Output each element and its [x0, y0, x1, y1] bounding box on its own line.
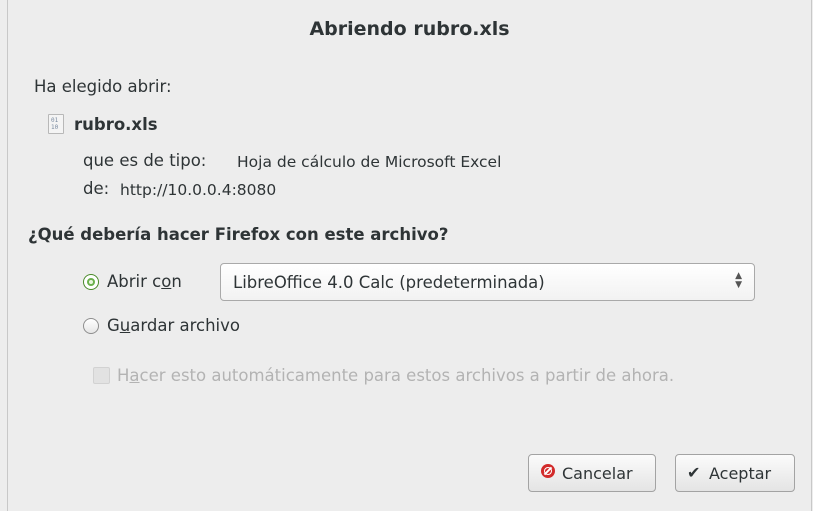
auto-action-label-mnemonic: a [129, 366, 140, 385]
cancel-button-label: Cancelar [562, 464, 633, 483]
application-select-value: LibreOffice 4.0 Calc (predeterminada) [233, 273, 545, 292]
open-file-dialog: Abriendo rubro.xls Ha elegido abrir: 01 … [7, 0, 812, 511]
intro-label: Ha elegido abrir: [34, 77, 172, 96]
file-source-value: http://10.0.0.4:8080 [120, 181, 277, 199]
auto-action-label-text-a: H [117, 366, 130, 385]
save-file-label-mnemonic: u [119, 316, 131, 335]
open-with-label-text-b: n [171, 272, 182, 291]
open-with-label-mnemonic: o [161, 272, 172, 291]
auto-action-checkbox[interactable] [93, 367, 110, 384]
question-heading: ¿Qué debería hacer Firefox con este arch… [28, 225, 449, 244]
open-with-label[interactable]: Abrir con [107, 272, 182, 291]
save-file-label[interactable]: Guardar archivo [107, 316, 240, 335]
auto-action-label-text-b: cer esto automáticamente para estos arch… [139, 366, 675, 385]
file-type-value: Hoja de cálculo de Microsoft Excel [237, 153, 502, 171]
save-file-label-text-b: ardar archivo [130, 316, 240, 335]
application-select[interactable]: LibreOffice 4.0 Calc (predeterminada) ▲ ▼ [220, 263, 755, 301]
ok-button-label: Aceptar [709, 464, 772, 483]
title-bar[interactable]: Abriendo rubro.xls [8, 0, 811, 62]
cancel-icon [541, 464, 555, 478]
auto-action-label: Hacer esto automáticamente para estos ar… [117, 366, 674, 385]
file-type-label: que es de tipo: [83, 151, 207, 170]
updown-arrows-icon: ▲ ▼ [735, 271, 742, 290]
ok-button[interactable]: ✔ Aceptar [675, 454, 795, 492]
file-name: rubro.xls [74, 115, 158, 134]
spreadsheet-file-icon: 01 10 [48, 114, 64, 134]
file-source-label: de: [83, 179, 110, 198]
open-with-radio[interactable] [83, 274, 99, 290]
open-with-label-text-a: Abrir c [107, 272, 162, 291]
save-file-label-text-a: G [107, 316, 120, 335]
checkmark-icon: ✔ [687, 463, 701, 482]
window-title: Abriendo rubro.xls [309, 18, 510, 40]
save-file-radio[interactable] [83, 318, 99, 334]
cancel-button[interactable]: Cancelar [528, 454, 656, 492]
